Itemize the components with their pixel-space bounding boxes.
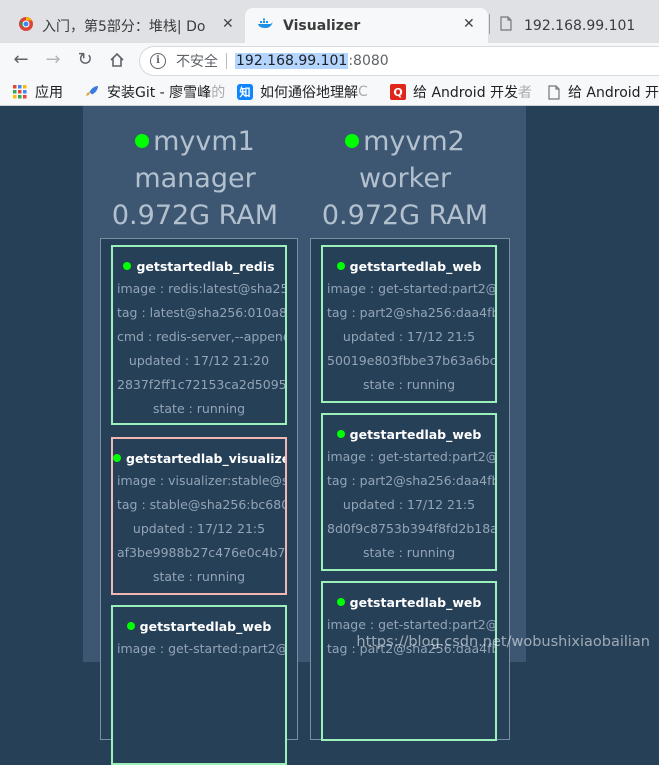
node-status-dot xyxy=(135,134,150,148)
search-icon: Q xyxy=(390,84,406,100)
url-port: :8080 xyxy=(348,53,389,69)
service-id: 8d0f9c8753b394f8fd2b18a5fe xyxy=(327,521,495,536)
node-name: myvm2 xyxy=(363,126,465,157)
node-status-dot xyxy=(345,134,360,148)
service-id: af3be9988b27c476e0c4b7b2b xyxy=(117,545,286,560)
service-tag: tag : part2@sha256:daa4fb317 xyxy=(327,473,495,488)
info-icon[interactable]: i xyxy=(150,53,166,69)
address-bar[interactable]: i 不安全 192.168.99.101 :8080 xyxy=(140,47,659,75)
back-arrow-icon[interactable]: ← xyxy=(10,49,32,71)
service-state: state : running xyxy=(362,377,456,392)
page-icon xyxy=(547,84,561,100)
swarm-cluster: myvm1 manager 0.972G RAM getstartedlab_r… xyxy=(83,106,526,765)
service-name: getstartedlab_web xyxy=(139,619,272,634)
visualizer-app: myvm1 manager 0.972G RAM getstartedlab_r… xyxy=(0,106,659,765)
running-dot xyxy=(123,262,132,270)
watermark: https://blog.csdn.net/wobushixiaobailian xyxy=(356,634,650,650)
bookmark-label: 应用 xyxy=(35,85,63,101)
close-tab-icon[interactable]: ✕ xyxy=(222,16,234,32)
service-card[interactable]: getstartedlab_web image : get-started:pa… xyxy=(321,581,497,741)
service-image: image : visualizer:stable@sha2 xyxy=(117,473,287,488)
bookmark-label: 如何通俗地理解 xyxy=(260,85,358,101)
node-role: worker xyxy=(358,163,452,194)
home-icon[interactable] xyxy=(106,49,128,71)
service-image: image : get-started:part2@sha xyxy=(327,281,497,296)
tab-title: 入门，第5部分：堆栈| Do xyxy=(42,18,206,35)
running-dot xyxy=(336,262,345,270)
service-tag: tag : part2@sha256:daa4fb317 xyxy=(327,305,495,320)
running-dot xyxy=(113,454,121,462)
close-tab-icon[interactable]: ✕ xyxy=(463,16,475,32)
url-host: 192.168.99.101 xyxy=(235,53,349,69)
bookmark-label: 给 Android 开 xyxy=(567,85,659,101)
service-name: getstartedlab_visualizer xyxy=(126,451,287,466)
service-id: 50019e803fbbe37b63a6bc9e2 xyxy=(327,353,497,368)
rocket-icon xyxy=(84,84,100,100)
node-myvm2: myvm2 worker 0.972G RAM getstartedlab_we… xyxy=(300,106,510,741)
service-updated: updated : 17/12 21:5 xyxy=(132,521,266,536)
divider xyxy=(226,53,227,69)
bookmark-label: 安装Git - 廖雪峰 xyxy=(107,85,212,101)
browser-toolbar: ← → ↻ i 不安全 192.168.99.101 :8080 xyxy=(0,43,659,78)
node-task-list: getstartedlab_web image : get-started:pa… xyxy=(310,238,510,741)
service-id: 2837f2ff1c72153ca2d5095007 xyxy=(117,377,287,392)
service-name: getstartedlab_web xyxy=(349,427,482,442)
tab-strip: 入门，第5部分：堆栈| Do ✕ Visualizer ✕ 192.168.99… xyxy=(0,0,659,43)
service-card[interactable]: getstartedlab_redis image : redis:latest… xyxy=(111,245,287,425)
service-card[interactable]: getstartedlab_web image : get-started:pa… xyxy=(321,413,497,571)
bookmark-android-1[interactable]: Q 给 Android 开发 者 xyxy=(390,82,534,102)
service-image: image : get-started:part2@sha xyxy=(327,449,497,464)
service-image: image : get-started:part2@sha xyxy=(117,641,287,656)
node-name: myvm1 xyxy=(153,126,255,157)
chrome-docs-favicon-icon xyxy=(18,16,34,36)
node-myvm1: myvm1 manager 0.972G RAM getstartedlab_r… xyxy=(90,106,300,765)
bookmark-label-overflow: 者 xyxy=(518,85,533,101)
forward-arrow-icon[interactable]: → xyxy=(42,49,64,71)
tab-docker-docs[interactable]: 入门，第5部分：堆栈| Do ✕ xyxy=(0,8,246,43)
running-dot xyxy=(336,598,345,606)
service-name: getstartedlab_web xyxy=(349,259,482,274)
zhihu-icon: 知 xyxy=(237,84,253,100)
node-ram: 0.972G RAM xyxy=(111,200,279,231)
tab-title: 192.168.99.101 xyxy=(524,17,636,34)
service-updated: updated : 17/12 21:5 xyxy=(342,329,476,344)
service-card[interactable]: getstartedlab_web image : get-started:pa… xyxy=(321,245,497,403)
service-card[interactable]: getstartedlab_web image : get-started:pa… xyxy=(111,605,287,765)
service-cmd: cmd : redis-server,--appendon xyxy=(117,329,285,344)
apps-grid-icon xyxy=(12,84,28,100)
bookmark-label-overflow: C xyxy=(358,84,368,100)
bookmark-label-overflow: 的 xyxy=(211,85,226,101)
page-icon xyxy=(500,16,512,35)
service-tag: tag : latest@sha256:010a8bd5 xyxy=(117,305,287,320)
tab-title: Visualizer xyxy=(283,17,361,34)
service-name: getstartedlab_web xyxy=(349,595,482,610)
service-state: state : running xyxy=(362,545,456,560)
service-updated: updated : 17/12 21:5 xyxy=(342,497,476,512)
node-header: myvm2 worker 0.972G RAM xyxy=(300,106,510,234)
bookmark-label: 给 Android 开发 xyxy=(413,85,519,101)
bookmark-android-2[interactable]: 给 Android 开 xyxy=(547,82,659,102)
service-state: state : running xyxy=(152,569,246,584)
bookmark-apps[interactable]: 应用 xyxy=(12,82,63,102)
node-role: manager xyxy=(134,163,256,194)
reload-icon[interactable]: ↻ xyxy=(74,49,96,71)
service-updated: updated : 17/12 21:20 xyxy=(128,353,270,368)
bookmark-zhihu[interactable]: 知 如何通俗地理解 C xyxy=(237,82,377,102)
running-dot xyxy=(336,430,345,438)
service-card[interactable]: getstartedlab_visualizer image : visuali… xyxy=(111,437,287,595)
docker-whale-icon xyxy=(257,18,273,34)
tab-ip[interactable]: 192.168.99.101 xyxy=(490,8,659,43)
service-state: state : running xyxy=(152,401,246,416)
service-tag: tag : stable@sha256:bc680132 xyxy=(117,497,287,512)
bookmarks-bar: 应用 安装Git - 廖雪峰 的 知 如何通俗地理解 C Q 给 Android… xyxy=(0,78,659,106)
not-secure-label: 不安全 xyxy=(176,54,218,70)
node-ram: 0.972G RAM xyxy=(321,200,489,231)
service-image: image : redis:latest@sha256:0 xyxy=(117,281,287,296)
tab-visualizer[interactable]: Visualizer ✕ xyxy=(245,8,488,43)
bookmark-git[interactable]: 安装Git - 廖雪峰 的 xyxy=(84,82,230,102)
node-header: myvm1 manager 0.972G RAM xyxy=(90,106,300,234)
running-dot xyxy=(126,622,135,630)
service-name: getstartedlab_redis xyxy=(136,259,275,274)
node-task-list: getstartedlab_redis image : redis:latest… xyxy=(100,238,298,765)
